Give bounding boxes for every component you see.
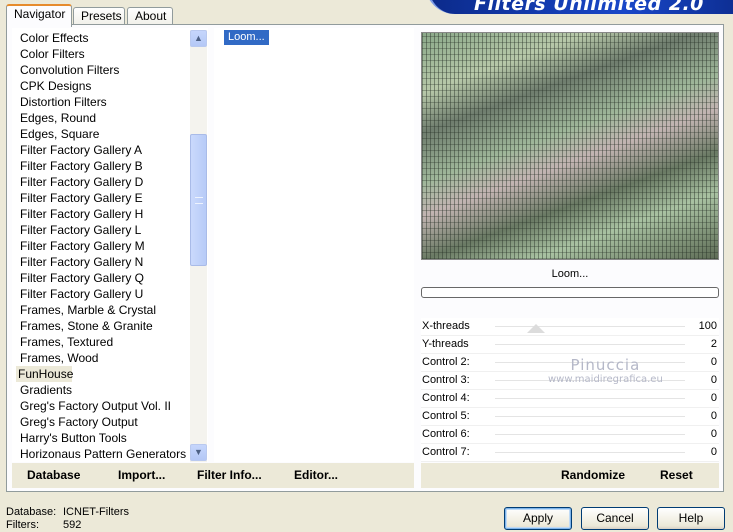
control-label: Control 3: [422, 374, 470, 386]
control-slider[interactable] [495, 380, 685, 381]
control-row[interactable]: Control 6: 0 [421, 426, 719, 444]
list-item[interactable]: Filter Factory Gallery H [18, 206, 145, 222]
list-item[interactable]: Color Filters [18, 46, 87, 62]
list-item[interactable]: Distortion Filters [18, 94, 109, 110]
progress-bar [421, 287, 719, 298]
filters-label: Filters: [6, 519, 39, 531]
list-item[interactable]: Filter Factory Gallery M [18, 238, 147, 254]
control-slider[interactable] [495, 416, 685, 417]
preview-image [421, 32, 719, 260]
cancel-button[interactable]: Cancel [581, 507, 649, 530]
filter-controls: X-threads 100 Y-threads 2 Control 2: 0 C… [421, 318, 719, 462]
list-item[interactable]: Filter Factory Gallery U [18, 286, 145, 302]
control-row[interactable]: Control 2: 0 [421, 354, 719, 372]
list-item[interactable]: Filter Factory Gallery A [18, 142, 144, 158]
help-button[interactable]: Help [657, 507, 725, 530]
filters-count: 592 [63, 519, 82, 531]
control-slider[interactable] [495, 326, 685, 327]
list-item[interactable]: Filter Factory Gallery L [18, 222, 143, 238]
randomize-button[interactable]: Randomize [561, 468, 625, 482]
control-value[interactable]: 0 [711, 428, 717, 440]
control-label: Control 6: [422, 428, 470, 440]
control-label: Y-threads [422, 338, 469, 350]
list-item[interactable]: Filter Factory Gallery Q [18, 270, 146, 286]
control-label: Control 7: [422, 446, 470, 458]
database-info: Database: ICNET-Filters [6, 506, 129, 518]
filter-toolbar: Database Import... Filter Info... Editor… [12, 463, 414, 488]
filter-list[interactable]: Loom... [214, 28, 414, 462]
category-list[interactable]: Color Effects Color Filters Convolution … [12, 28, 208, 462]
control-value[interactable]: 100 [699, 320, 717, 332]
list-item[interactable]: Frames, Textured [18, 334, 115, 350]
control-slider[interactable] [495, 398, 685, 399]
control-value[interactable]: 0 [711, 446, 717, 458]
editor-button[interactable]: Editor... [294, 468, 338, 482]
list-item[interactable]: Frames, Marble & Crystal [18, 302, 158, 318]
list-item[interactable]: Filter Factory Gallery D [18, 174, 145, 190]
control-slider[interactable] [495, 362, 685, 363]
filter-info-button[interactable]: Filter Info... [197, 468, 262, 482]
control-value[interactable]: 0 [711, 356, 717, 368]
control-row[interactable]: Control 4: 0 [421, 390, 719, 408]
preview-filter-name: Loom... [551, 268, 589, 280]
list-item[interactable]: Horizonaus Pattern Generators [18, 446, 188, 462]
list-item[interactable]: Filter Factory Gallery B [18, 158, 145, 174]
filters-info: Filters: 592 [6, 519, 81, 531]
control-value[interactable]: 0 [711, 410, 717, 422]
list-item[interactable]: Filter Factory Gallery N [18, 254, 145, 270]
list-item[interactable]: Frames, Wood [18, 350, 100, 366]
scroll-up-button[interactable]: ▲ [190, 30, 207, 47]
list-item[interactable]: Harry's Button Tools [18, 430, 129, 446]
list-item[interactable]: Edges, Round [18, 110, 98, 126]
database-button[interactable]: Database [27, 468, 80, 482]
control-row[interactable]: Control 7: 0 [421, 444, 719, 462]
scroll-thumb[interactable] [190, 134, 207, 266]
control-label: X-threads [422, 320, 470, 332]
database-value: ICNET-Filters [63, 506, 129, 518]
list-item[interactable]: Color Effects [18, 30, 90, 46]
control-slider[interactable] [495, 452, 685, 453]
scroll-down-button[interactable]: ▼ [190, 444, 207, 461]
list-item[interactable]: Filter Factory Gallery E [18, 190, 145, 206]
list-item[interactable]: Edges, Square [18, 126, 101, 142]
list-item-selected[interactable]: FunHouse [16, 366, 73, 382]
list-item[interactable]: Greg's Factory Output [18, 414, 140, 430]
list-item[interactable]: Greg's Factory Output Vol. II [18, 398, 173, 414]
control-toolbar: Randomize Reset [421, 463, 719, 488]
list-item[interactable]: Convolution Filters [18, 62, 121, 78]
control-label: Control 4: [422, 392, 470, 404]
control-row[interactable]: Y-threads 2 [421, 336, 719, 354]
grip-icon [195, 197, 203, 204]
reset-button[interactable]: Reset [660, 468, 693, 482]
control-label: Control 2: [422, 356, 470, 368]
list-item[interactable]: CPK Designs [18, 78, 93, 94]
control-value[interactable]: 0 [711, 392, 717, 404]
control-row[interactable]: X-threads 100 [421, 318, 719, 336]
control-row[interactable]: Control 3: 0 [421, 372, 719, 390]
apply-button[interactable]: Apply [504, 507, 572, 530]
control-value[interactable]: 2 [711, 338, 717, 350]
slider-pointer-icon [527, 324, 545, 333]
tab-navigator[interactable]: Navigator [6, 4, 72, 27]
category-scrollbar[interactable]: ▲ ▼ [190, 30, 207, 462]
filter-item-selected[interactable]: Loom... [224, 30, 269, 45]
list-item[interactable]: Frames, Stone & Granite [18, 318, 155, 334]
control-value[interactable]: 0 [711, 374, 717, 386]
control-slider[interactable] [495, 344, 685, 345]
list-item[interactable]: Gradients [18, 382, 74, 398]
app-title: Filters Unlimited 2.0 [474, 0, 704, 15]
import-button[interactable]: Import... [118, 468, 165, 482]
control-label: Control 5: [422, 410, 470, 422]
database-label: Database: [6, 506, 57, 518]
control-row[interactable]: Control 5: 0 [421, 408, 719, 426]
control-slider[interactable] [495, 434, 685, 435]
